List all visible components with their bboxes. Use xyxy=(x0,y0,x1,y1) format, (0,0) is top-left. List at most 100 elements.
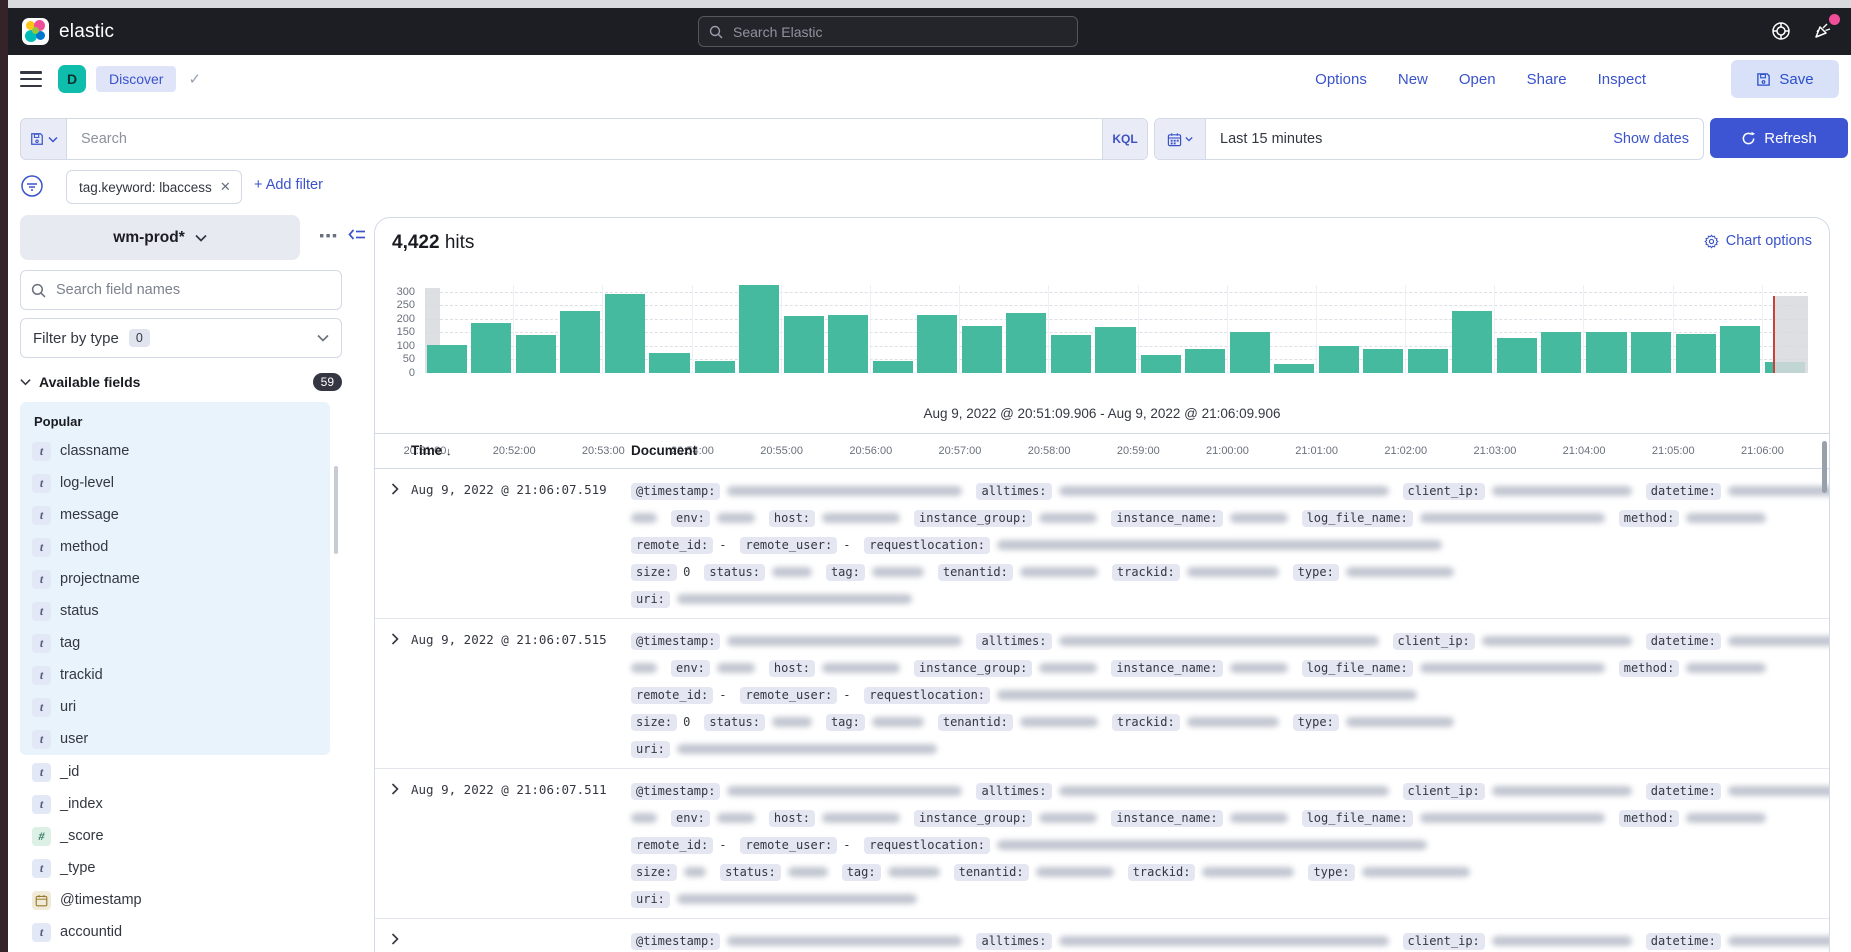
field-label-pill[interactable]: host: xyxy=(769,810,815,827)
toolbar-action-inspect[interactable]: Inspect xyxy=(1598,71,1646,88)
filter-pill[interactable]: tag.keyword: lbaccess ✕ xyxy=(66,170,242,204)
field-item-_type[interactable]: t_type xyxy=(32,852,330,884)
field-item-@timestamp[interactable]: @timestamp xyxy=(32,884,330,916)
filter-by-type-select[interactable]: Filter by type 0 xyxy=(20,318,342,358)
field-label-pill[interactable]: datetime: xyxy=(1646,783,1721,800)
global-search-input[interactable] xyxy=(731,23,1067,41)
field-label-pill[interactable]: instance_name: xyxy=(1111,510,1222,527)
histogram-bar[interactable] xyxy=(917,315,957,373)
refresh-button[interactable]: Refresh xyxy=(1710,118,1848,158)
field-label-pill[interactable]: method: xyxy=(1619,510,1680,527)
field-search-input[interactable] xyxy=(54,281,331,299)
field-label-pill[interactable]: datetime: xyxy=(1646,933,1721,950)
field-label-pill[interactable]: log_file_name: xyxy=(1302,810,1413,827)
field-label-pill[interactable]: requestlocation: xyxy=(864,837,990,854)
column-header-time[interactable]: Time ↓ xyxy=(411,443,452,458)
histogram-bar[interactable] xyxy=(1497,338,1537,373)
collapse-sidebar-icon[interactable] xyxy=(348,227,366,243)
histogram-bar[interactable] xyxy=(739,285,779,373)
field-label-pill[interactable]: uri: xyxy=(631,591,670,608)
toolbar-action-share[interactable]: Share xyxy=(1527,71,1567,88)
histogram-bar[interactable] xyxy=(1586,332,1626,373)
field-label-pill[interactable]: size: xyxy=(631,714,677,731)
histogram-bar[interactable] xyxy=(873,361,913,373)
query-language-button[interactable]: KQL xyxy=(1102,119,1147,159)
remove-filter-icon[interactable]: ✕ xyxy=(220,179,231,195)
histogram-bar[interactable] xyxy=(695,361,735,373)
field-label-pill[interactable]: status: xyxy=(704,714,765,731)
field-label-pill[interactable]: remote_id: xyxy=(631,837,713,854)
field-label-pill[interactable]: remote_user: xyxy=(740,837,837,854)
saved-query-menu-button[interactable] xyxy=(20,118,67,160)
histogram-bar[interactable] xyxy=(1274,364,1314,373)
field-label-pill[interactable]: tenantid: xyxy=(938,564,1013,581)
field-item-log-level[interactable]: tlog-level xyxy=(32,467,330,499)
help-icon[interactable] xyxy=(1768,18,1794,44)
space-avatar[interactable]: D xyxy=(58,65,86,93)
field-label-pill[interactable]: tenantid: xyxy=(938,714,1013,731)
field-label-pill[interactable]: type: xyxy=(1293,564,1339,581)
field-item-projectname[interactable]: tprojectname xyxy=(32,563,330,595)
field-label-pill[interactable]: datetime: xyxy=(1646,483,1721,500)
field-label-pill[interactable]: method: xyxy=(1619,660,1680,677)
toolbar-action-open[interactable]: Open xyxy=(1459,71,1496,88)
available-fields-header[interactable]: Available fields 59 xyxy=(20,373,342,391)
field-label-pill[interactable]: env: xyxy=(671,510,710,527)
chart-options-button[interactable]: Chart options xyxy=(1704,233,1812,249)
histogram-bar[interactable] xyxy=(1408,349,1448,373)
field-label-pill[interactable]: @timestamp: xyxy=(631,633,720,650)
field-label-pill[interactable]: status: xyxy=(704,564,765,581)
field-item-_score[interactable]: #_score xyxy=(32,820,330,852)
field-item-uri[interactable]: turi xyxy=(32,691,330,723)
field-label-pill[interactable]: log_file_name: xyxy=(1302,660,1413,677)
menu-hamburger-icon[interactable] xyxy=(20,71,42,87)
field-label-pill[interactable]: instance_name: xyxy=(1111,660,1222,677)
field-label-pill[interactable]: instance_group: xyxy=(914,810,1032,827)
field-label-pill[interactable]: status: xyxy=(720,864,781,881)
field-item-status[interactable]: tstatus xyxy=(32,595,330,627)
field-label-pill[interactable]: instance_group: xyxy=(914,510,1032,527)
histogram-bar[interactable] xyxy=(1541,332,1581,373)
field-item-user[interactable]: tuser xyxy=(32,723,330,755)
field-label-pill[interactable]: host: xyxy=(769,510,815,527)
field-label-pill[interactable]: host: xyxy=(769,660,815,677)
expand-row-icon[interactable] xyxy=(391,783,399,795)
field-label-pill[interactable]: @timestamp: xyxy=(631,933,720,950)
field-item-tag[interactable]: ttag xyxy=(32,627,330,659)
save-button[interactable]: Save xyxy=(1731,60,1839,98)
histogram-bar[interactable] xyxy=(1006,313,1046,373)
toolbar-action-new[interactable]: New xyxy=(1398,71,1428,88)
expand-row-icon[interactable] xyxy=(391,483,399,495)
field-label-pill[interactable]: uri: xyxy=(631,891,670,908)
histogram-bar[interactable] xyxy=(962,326,1002,373)
field-label-pill[interactable]: trackid: xyxy=(1112,714,1180,731)
histogram-bar[interactable] xyxy=(516,335,556,373)
field-item-classname[interactable]: tclassname xyxy=(32,435,330,467)
field-label-pill[interactable]: instance_name: xyxy=(1111,810,1222,827)
histogram-bar[interactable] xyxy=(1720,326,1760,373)
field-label-pill[interactable]: log_file_name: xyxy=(1302,510,1413,527)
field-label-pill[interactable]: @timestamp: xyxy=(631,783,720,800)
field-label-pill[interactable]: client_ip: xyxy=(1403,933,1485,950)
histogram-bar[interactable] xyxy=(1185,349,1225,373)
field-label-pill[interactable]: client_ip: xyxy=(1403,483,1485,500)
filter-menu-icon[interactable] xyxy=(20,174,44,198)
histogram-bar[interactable] xyxy=(1319,346,1359,373)
field-label-pill[interactable]: trackid: xyxy=(1128,864,1196,881)
field-label-pill[interactable]: client_ip: xyxy=(1393,633,1475,650)
field-options-icon[interactable] xyxy=(320,230,338,242)
histogram-bar[interactable] xyxy=(1230,332,1270,373)
field-label-pill[interactable]: client_ip: xyxy=(1403,783,1485,800)
toolbar-action-options[interactable]: Options xyxy=(1315,71,1367,88)
field-label-pill[interactable]: @timestamp: xyxy=(631,483,720,500)
field-label-pill[interactable]: remote_user: xyxy=(740,537,837,554)
field-label-pill[interactable]: tag: xyxy=(826,564,865,581)
field-label-pill[interactable]: size: xyxy=(631,564,677,581)
field-label-pill[interactable]: remote_id: xyxy=(631,687,713,704)
field-label-pill[interactable]: remote_id: xyxy=(631,537,713,554)
histogram-bar[interactable] xyxy=(427,345,467,373)
field-label-pill[interactable]: type: xyxy=(1293,714,1339,731)
breadcrumb-discover[interactable]: Discover xyxy=(96,66,176,92)
histogram-bar[interactable] xyxy=(1363,349,1403,373)
histogram-bar[interactable] xyxy=(1676,334,1716,373)
